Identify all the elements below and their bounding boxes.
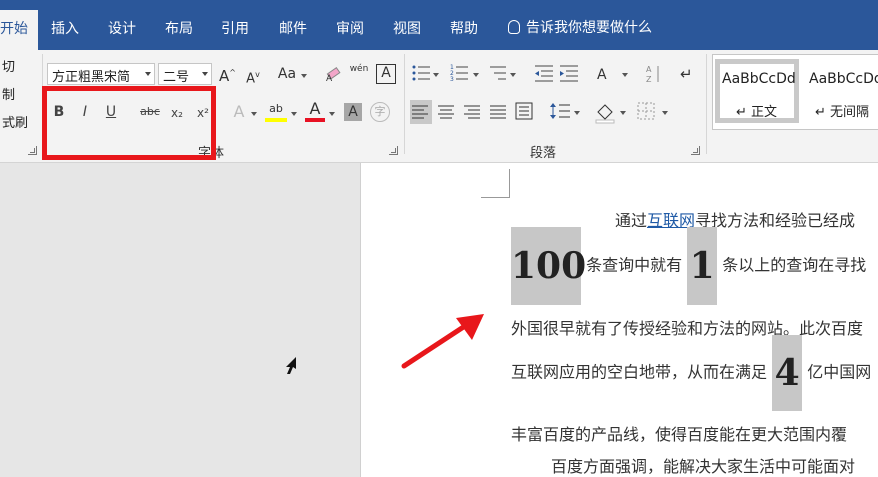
chevron-down-icon bbox=[329, 112, 335, 116]
style-sample: AaBbCcDd bbox=[722, 71, 796, 87]
text-effects-button[interactable]: A bbox=[230, 103, 248, 121]
shrink-font-button[interactable]: Av bbox=[245, 66, 261, 88]
big-number-1: 1 bbox=[687, 227, 718, 305]
group-separator bbox=[706, 54, 707, 154]
svg-text:A: A bbox=[597, 67, 607, 83]
paragraph-group-label: 段落 bbox=[530, 146, 557, 161]
doc-line-5: 丰富百度的产品线，使得百度能在更大范围内覆 bbox=[511, 425, 848, 444]
chevron-down-icon bbox=[145, 72, 151, 76]
bullets-icon bbox=[412, 65, 430, 81]
eraser-icon: A bbox=[326, 66, 341, 84]
tell-me-text: 告诉我你想要做什么 bbox=[526, 20, 652, 36]
clear-formatting-button[interactable]: A bbox=[324, 64, 344, 87]
phonetic-guide-icon: wén bbox=[349, 64, 369, 74]
annotation-highlight-box bbox=[42, 86, 216, 160]
svg-text:Z: Z bbox=[646, 75, 652, 84]
character-border-button[interactable]: A bbox=[376, 64, 396, 84]
clipboard-launcher-icon[interactable] bbox=[28, 146, 37, 155]
style-no-spacing[interactable]: AaBbCcDd ↵ 无间隔 bbox=[805, 59, 878, 123]
tab-home[interactable]: 开始 bbox=[0, 10, 38, 50]
style-normal[interactable]: AaBbCcDd ↵ 正文 bbox=[715, 59, 799, 123]
svg-text:A: A bbox=[646, 65, 652, 74]
font-name-combo[interactable]: 方正粗黑宋简 bbox=[47, 63, 155, 85]
chevron-down-icon bbox=[251, 112, 257, 116]
big-number-4: 4 bbox=[772, 335, 803, 411]
change-case-button[interactable]: Aa bbox=[276, 65, 298, 83]
big-number-100: 100 bbox=[511, 227, 586, 305]
character-shading-icon: A bbox=[348, 104, 358, 120]
copy-button[interactable]: 制 bbox=[2, 84, 15, 103]
font-launcher-icon[interactable] bbox=[389, 146, 398, 155]
format-painter-button[interactable]: 式刷 bbox=[2, 112, 28, 131]
group-separator bbox=[404, 54, 405, 154]
enclose-characters-icon: 字 bbox=[374, 105, 386, 118]
highlight-color-button[interactable]: ab bbox=[265, 100, 287, 122]
tab-help[interactable]: 帮助 bbox=[450, 18, 478, 38]
lightbulb-icon bbox=[508, 20, 520, 34]
phonetic-guide-button[interactable]: wén bbox=[349, 60, 369, 78]
font-size-combo[interactable]: 二号 bbox=[158, 63, 212, 85]
doc-line-4: 互联网应用的空白地带，从而在满足 4 亿中国网 bbox=[511, 335, 871, 411]
cut-button[interactable]: 切 bbox=[2, 56, 15, 75]
style-name: ↵ 无间隔 bbox=[815, 105, 870, 120]
doc-text: 条查询中就有 bbox=[586, 255, 683, 275]
grow-font-icon: A bbox=[219, 67, 230, 85]
doc-line-6: 百度方面强调，能解决大家生活中可能面对 bbox=[551, 457, 856, 476]
tab-layout[interactable]: 布局 bbox=[165, 18, 193, 38]
annotation-arrow bbox=[401, 314, 484, 369]
chevron-down-icon bbox=[301, 74, 307, 78]
style-name: ↵ 正文 bbox=[736, 105, 778, 120]
document-margin-area bbox=[0, 163, 360, 477]
tab-design[interactable]: 设计 bbox=[108, 18, 136, 38]
paragraph-tools-icons: 123 A AZ ↵ bbox=[410, 64, 693, 124]
font-color-button[interactable]: A bbox=[305, 100, 325, 122]
tab-insert[interactable]: 插入 bbox=[51, 18, 79, 38]
character-shading-button[interactable]: A bbox=[344, 103, 362, 121]
tab-mailings[interactable]: 邮件 bbox=[279, 18, 307, 38]
style-sample: AaBbCcDd bbox=[809, 71, 878, 87]
tell-me-search[interactable]: 告诉我你想要做什么 bbox=[508, 17, 652, 37]
text-effects-icon: A bbox=[233, 102, 245, 121]
ribbon-home: 切 制 式刷 方正粗黑宋简 二号 A^ Av Aa A wén A B I U … bbox=[0, 50, 878, 163]
tab-references[interactable]: 引用 bbox=[221, 18, 249, 38]
mouse-cursor-icon bbox=[286, 357, 296, 374]
font-size-value: 二号 bbox=[163, 70, 190, 85]
chevron-down-icon bbox=[291, 112, 297, 116]
shrink-font-icon: A bbox=[246, 71, 256, 87]
doc-text: 亿中国网 bbox=[807, 362, 872, 382]
svg-text:A: A bbox=[326, 74, 333, 82]
ribbon-tab-bar: 开始 插入 设计 布局 引用 邮件 审阅 视图 帮助 告诉我你想要做什么 bbox=[0, 0, 878, 50]
page-corner-mark bbox=[481, 169, 510, 198]
character-border-icon: A bbox=[381, 65, 391, 81]
grow-font-button[interactable]: A^ bbox=[219, 64, 236, 85]
doc-line-2: 100 条查询中就有 1 条以上的查询在寻找 bbox=[511, 227, 866, 305]
svg-text:↵: ↵ bbox=[680, 65, 693, 83]
tab-review[interactable]: 审阅 bbox=[336, 18, 364, 38]
change-case-icon: Aa bbox=[277, 66, 297, 82]
styles-gallery: AaBbCcDd ↵ 正文 AaBbCcDd ↵ 无间隔 bbox=[712, 54, 878, 130]
doc-text: 条以上的查询在寻找 bbox=[722, 255, 867, 275]
font-name-value: 方正粗黑宋简 bbox=[52, 70, 131, 85]
tab-view[interactable]: 视图 bbox=[393, 18, 421, 38]
enclose-characters-button[interactable]: 字 bbox=[370, 102, 390, 122]
chevron-down-icon bbox=[202, 72, 208, 76]
font-color-icon: A bbox=[309, 99, 321, 118]
svg-text:3: 3 bbox=[450, 76, 454, 83]
paragraph-launcher-icon[interactable] bbox=[691, 146, 700, 155]
doc-text: 互联网应用的空白地带，从而在满足 bbox=[511, 362, 768, 382]
highlighter-icon: ab bbox=[269, 102, 283, 115]
